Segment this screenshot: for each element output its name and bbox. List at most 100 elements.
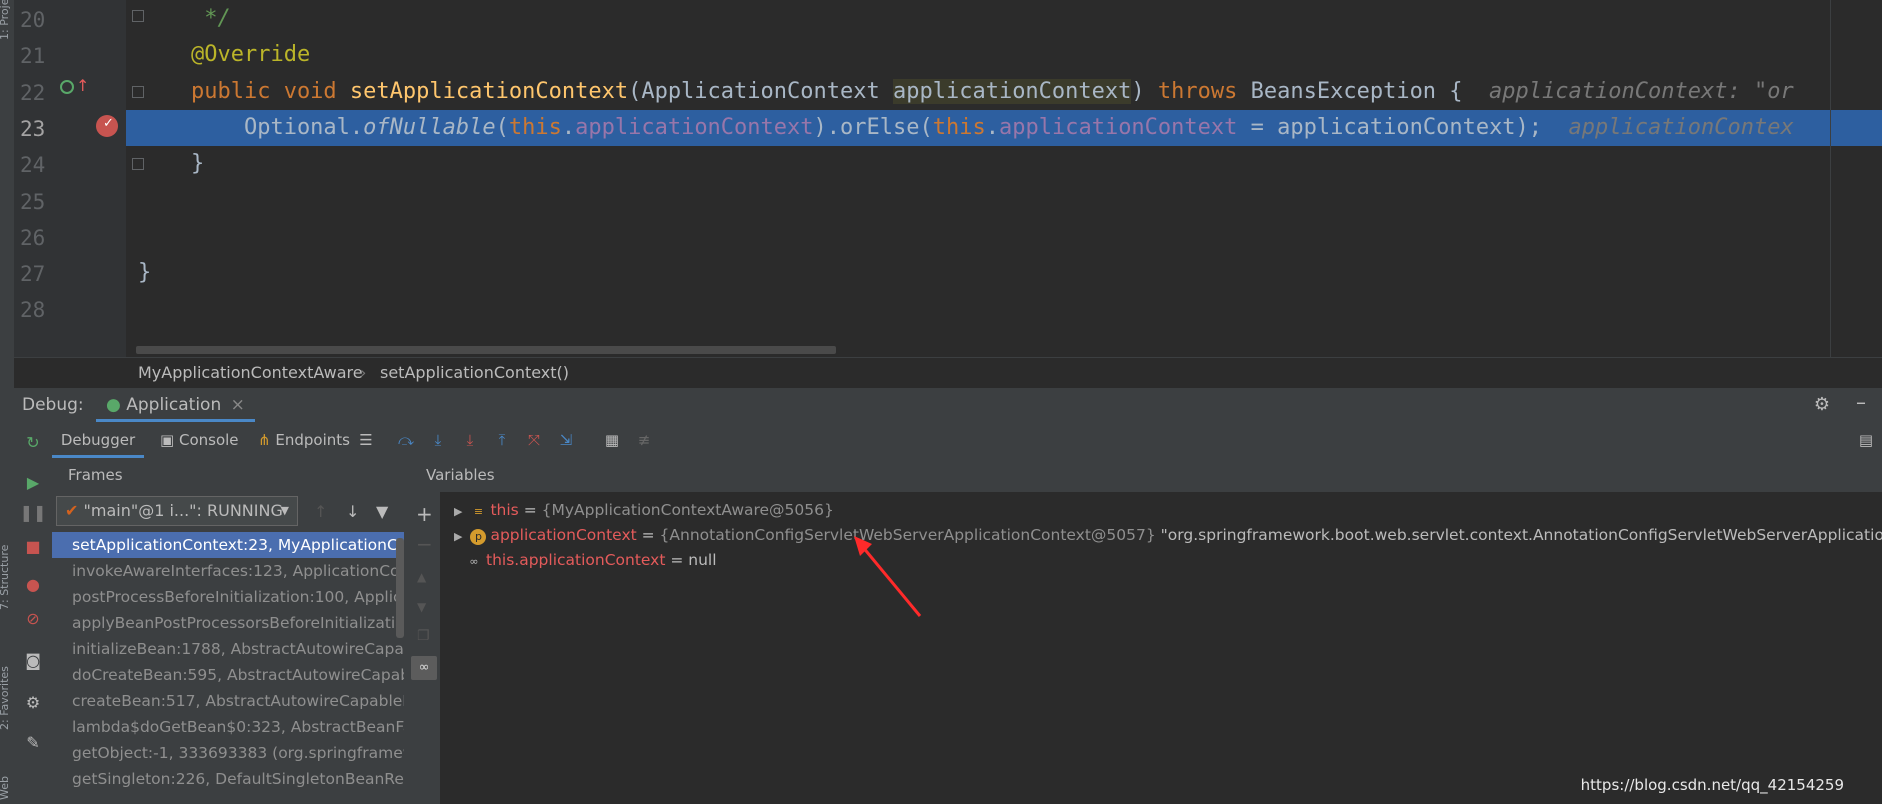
fold-icon[interactable] xyxy=(132,158,144,170)
tab-debugger[interactable]: Debugger xyxy=(52,422,144,458)
run-to-cursor-icon[interactable]: ⇲ xyxy=(556,430,576,450)
variable-row[interactable]: ▶ p applicationContext = {AnnotationConfig… xyxy=(454,523,1882,547)
code-token: applicationContext xyxy=(575,114,814,140)
object-icon: ≡ xyxy=(473,505,484,518)
pause-icon[interactable]: ❚❚ xyxy=(20,502,47,522)
move-down-icon[interactable]: ▼ xyxy=(417,600,426,614)
up-arrow-icon[interactable]: ↑ xyxy=(314,502,327,521)
evaluate-icon[interactable]: ▦ xyxy=(602,430,622,450)
fold-icon[interactable] xyxy=(132,10,144,22)
stop-icon[interactable]: ■ xyxy=(23,536,43,556)
code-token: . xyxy=(561,114,576,140)
code-line[interactable]: } xyxy=(138,147,204,181)
breadcrumb-separator: › xyxy=(360,363,367,382)
pin-icon[interactable]: ✎ xyxy=(23,732,43,752)
code-token: applicationContext: "or xyxy=(1489,78,1794,104)
settings-icon[interactable]: ⚙ xyxy=(23,692,43,712)
step-over-icon[interactable]: ⤼ xyxy=(396,430,416,450)
variable-name: applicationContext xyxy=(490,526,637,544)
frame-item[interactable]: getSingleton:226, DefaultSingletonBeanRe… xyxy=(52,766,404,792)
expand-icon[interactable]: ▶ xyxy=(454,530,462,543)
frame-item[interactable]: getObject:-1, 333693383 (org.springframe… xyxy=(52,740,404,766)
view-breakpoints-icon[interactable]: ● xyxy=(23,574,43,594)
trace-icon[interactable]: ≢ xyxy=(634,430,654,450)
variable-value: null xyxy=(688,551,717,569)
horizontal-scrollbar[interactable] xyxy=(136,346,836,354)
code-line[interactable]: public void setApplicationContext(Applic… xyxy=(138,75,1794,109)
gear-icon[interactable]: ⚙ xyxy=(1814,394,1830,415)
equals-sign: = xyxy=(665,551,689,569)
code-editor[interactable]: 20 21 22 23 24 25 26 27 28 */ @Override public v… xyxy=(14,0,1882,357)
minimize-icon[interactable]: – xyxy=(1856,390,1866,414)
frame-item[interactable]: lambda$doGetBean$0:323, AbstractBeanFact… xyxy=(52,714,404,740)
force-step-into-icon[interactable]: ⤓ xyxy=(460,430,480,450)
restore-layout-icon[interactable]: ▤ xyxy=(1856,430,1876,450)
breakpoint-icon[interactable]: ✓ xyxy=(96,115,118,137)
mute-breakpoints-icon[interactable]: ⊘ xyxy=(23,608,43,628)
tool-tab-favorites[interactable]: 2: Favorites xyxy=(0,666,11,730)
line-number: 23 xyxy=(20,116,46,141)
frame-item[interactable]: setApplicationContext:23, MyApplicationC… xyxy=(52,532,404,558)
frames-scrollbar[interactable] xyxy=(396,538,404,638)
thread-label: "main"@1 i...": RUNNING xyxy=(83,501,283,520)
code-token: applicationContex xyxy=(1568,114,1794,140)
variables-panel: Variables + − ▲ ▼ ❐ ∞ ▶ ≡ this = {MyApplic… xyxy=(408,458,1882,804)
line-number: 22 xyxy=(20,80,46,105)
frame-item[interactable]: createBean:517, AbstractAutowireCapableB… xyxy=(52,688,404,714)
down-arrow-icon[interactable]: ↓ xyxy=(346,502,359,521)
close-icon[interactable]: × xyxy=(231,395,245,415)
frame-item[interactable]: doCreateBean:595, AbstractAutowireCapabl… xyxy=(52,662,404,688)
tab-endpoints-label: Endpoints xyxy=(275,431,350,449)
code-token: @Override xyxy=(138,42,311,68)
expand-icon[interactable]: ▶ xyxy=(454,505,462,518)
equals-sign: = xyxy=(518,501,542,519)
drop-frame-icon[interactable]: ⤧ xyxy=(524,430,544,450)
variables-title: Variables xyxy=(426,466,495,484)
frame-item[interactable]: applyBeanPostProcessorsBeforeInitializat… xyxy=(52,610,404,636)
breadcrumb-method[interactable]: setApplicationContext() xyxy=(380,363,569,382)
spring-boot-icon: ● xyxy=(106,395,121,415)
variable-name: this.applicationContext xyxy=(486,551,666,569)
frame-item[interactable]: postProcessBeforeInitialization:100, App… xyxy=(52,584,404,610)
move-up-icon[interactable]: ▲ xyxy=(417,570,426,584)
tool-tab-project[interactable]: 1: Project xyxy=(0,0,11,40)
code-line[interactable]: @Override xyxy=(138,38,310,72)
line-gutter: 20 21 22 23 24 25 26 27 28 xyxy=(14,0,126,357)
variable-name: this xyxy=(490,501,519,519)
tool-tab-structure[interactable]: 7: Structure xyxy=(0,545,11,610)
fold-icon[interactable] xyxy=(132,86,144,98)
tab-endpoints[interactable]: ⋔ Endpoints xyxy=(258,422,350,458)
breadcrumb-class[interactable]: MyApplicationContextAware xyxy=(138,363,363,382)
add-watch-icon[interactable]: + xyxy=(416,502,433,526)
implementation-icon[interactable] xyxy=(60,80,74,94)
variable-row[interactable]: ∞ this.applicationContext = null xyxy=(466,548,717,572)
code-line[interactable]: } xyxy=(138,256,151,290)
frame-item[interactable]: invokeAwareInterfaces:123, ApplicationCo… xyxy=(52,558,404,584)
camera-icon[interactable]: ◙ xyxy=(23,650,43,670)
step-into-icon[interactable]: ⤓ xyxy=(428,430,448,450)
code-line[interactable]: Optional.ofNullable(this.applicationCont… xyxy=(138,111,1794,145)
resume-icon[interactable]: ▶ xyxy=(23,472,43,492)
rerun-icon[interactable]: ↻ xyxy=(23,432,43,452)
checkmark-icon: ✔ xyxy=(65,501,79,520)
copy-icon[interactable]: ❐ xyxy=(417,628,430,644)
endpoints-icon: ⋔ xyxy=(258,431,271,449)
code-token: (ApplicationContext xyxy=(628,78,893,104)
breadcrumb: MyApplicationContextAware › setApplicati… xyxy=(14,357,1882,388)
tab-application[interactable]: ● Application × xyxy=(96,388,255,422)
line-number: 21 xyxy=(20,44,46,69)
remove-watch-icon[interactable]: − xyxy=(416,532,433,556)
thread-selector[interactable]: ✔ "main"@1 i...": RUNNING ▼ xyxy=(56,496,298,526)
frame-item[interactable]: initializeBean:1788, AbstractAutowireCap… xyxy=(52,636,404,662)
tab-console[interactable]: ▣ Console xyxy=(160,422,239,458)
filter-icon[interactable]: ▼ xyxy=(376,502,388,521)
override-arrow-icon[interactable]: ↑ xyxy=(76,76,89,95)
code-token: = applicationContext); xyxy=(1237,114,1569,140)
code-line[interactable]: */ xyxy=(138,2,231,36)
step-out-icon[interactable]: ⤒ xyxy=(492,430,512,450)
tool-tab-web[interactable]: Web xyxy=(0,776,11,800)
show-watches-icon[interactable]: ∞ xyxy=(411,656,437,680)
variable-row[interactable]: ▶ ≡ this = {MyApplicationContextAware@5056… xyxy=(454,498,834,522)
debug-tool-column: ↻ ▶ ❚❚ ■ ● ⊘ ◙ ⚙ ✎ xyxy=(14,422,53,804)
layout-icon[interactable]: ☰ xyxy=(356,430,376,450)
